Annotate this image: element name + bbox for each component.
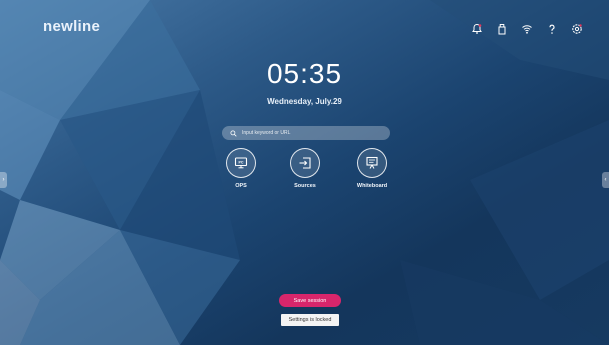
brand-logo: newline bbox=[43, 18, 101, 35]
input-source-icon bbox=[299, 157, 311, 169]
wifi-icon[interactable] bbox=[520, 22, 533, 35]
app-ops[interactable]: PC OPS bbox=[211, 148, 271, 189]
left-sidebar-toggle[interactable]: › bbox=[0, 172, 7, 188]
save-session-button[interactable]: Save session bbox=[279, 294, 341, 307]
settings-icon[interactable] bbox=[570, 22, 583, 35]
search-input[interactable]: Input keyword or URL bbox=[242, 130, 290, 136]
clock-time: 05:35 bbox=[266, 58, 343, 89]
usb-drive-icon[interactable] bbox=[495, 22, 508, 35]
app-label-sources: Sources bbox=[294, 183, 316, 189]
whiteboard-icon bbox=[366, 156, 378, 169]
search-icon bbox=[230, 129, 237, 137]
app-label-ops: OPS bbox=[235, 183, 247, 189]
app-whiteboard[interactable]: Whiteboard bbox=[342, 148, 402, 189]
notification-bell-icon[interactable] bbox=[470, 22, 483, 35]
app-label-whiteboard: Whiteboard bbox=[356, 183, 388, 189]
status-toolbar bbox=[470, 22, 583, 35]
app-sources[interactable]: Sources bbox=[275, 148, 335, 189]
settings-locked-toast: Settings is locked bbox=[281, 314, 339, 326]
help-icon[interactable] bbox=[545, 22, 558, 35]
svg-text:PC: PC bbox=[239, 160, 244, 164]
pc-monitor-icon: PC bbox=[234, 157, 248, 169]
search-bar[interactable]: Input keyword or URL bbox=[222, 126, 390, 140]
clock-date: Wednesday, July.29 bbox=[267, 97, 342, 106]
right-sidebar-toggle[interactable]: ‹ bbox=[602, 172, 609, 188]
